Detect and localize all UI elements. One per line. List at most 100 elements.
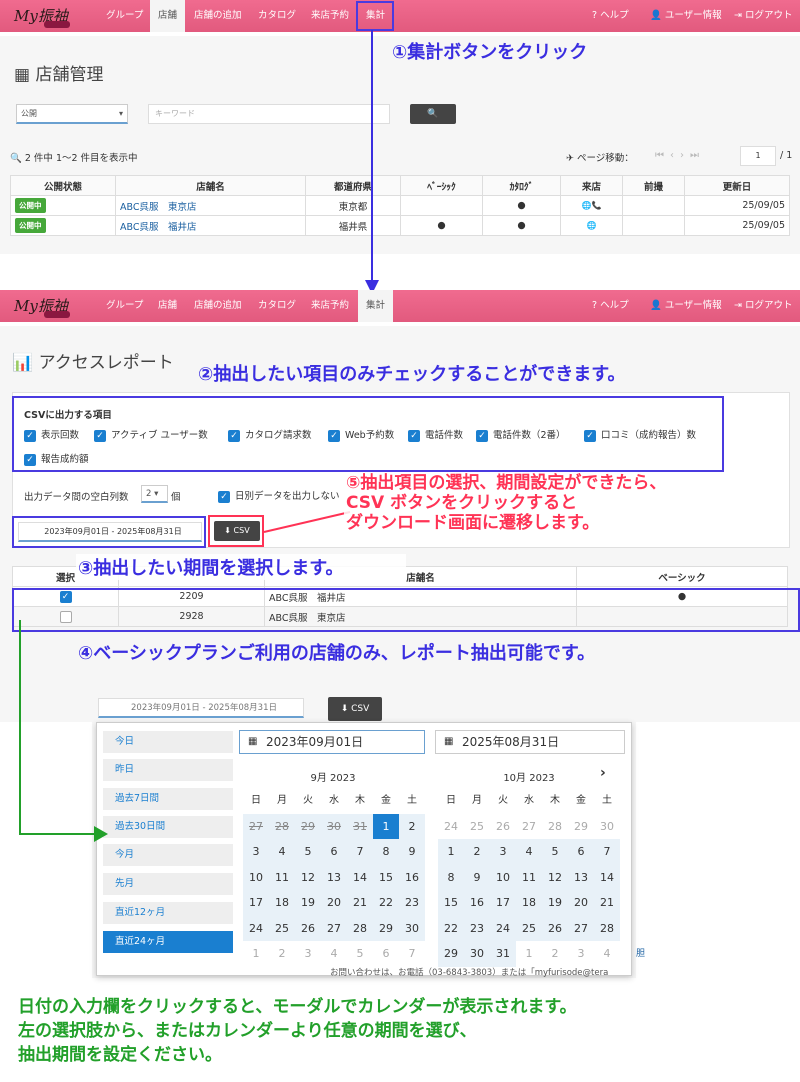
calendar-day[interactable]: 2 xyxy=(542,941,568,967)
nav-add-store[interactable]: 店舗の追加 xyxy=(186,0,250,32)
calendar-day[interactable]: 4 xyxy=(269,839,295,865)
calendar-day[interactable]: 3 xyxy=(490,839,516,865)
calendar-day[interactable]: 29 xyxy=(373,915,399,941)
calendar-day[interactable]: 30 xyxy=(594,814,620,840)
right-calendar-grid[interactable]: 日月火水木金土 24 25 26 27 28 29 30 1 2 3 4 5 6 7 8 9 10 11 12 13 14… xyxy=(438,788,620,967)
calendar-day[interactable]: 27 xyxy=(516,814,542,840)
calendar-day[interactable]: 3 xyxy=(295,941,321,967)
option-daily[interactable]: ✓ 日別データを出力しない xyxy=(218,488,340,503)
calendar-day[interactable]: 9 xyxy=(399,839,425,865)
nav-add-store[interactable]: 店舗の追加 xyxy=(186,290,250,322)
calendar-day[interactable]: 6 xyxy=(373,941,399,967)
start-date-input[interactable]: ▦ 2023年09月01日 xyxy=(239,730,425,754)
page-input[interactable]: 1 xyxy=(740,146,776,166)
picker-date-input[interactable]: 2023年09月01日 - 2025年08月31日 xyxy=(98,698,304,718)
calendar-day[interactable]: 13 xyxy=(568,864,594,890)
calendar-day[interactable]: 7 xyxy=(347,839,373,865)
calendar-day[interactable]: 7 xyxy=(399,941,425,967)
calendar-day[interactable]: 2 xyxy=(399,813,425,839)
range-7days[interactable]: 過去7日間 xyxy=(103,788,233,810)
calendar-day[interactable]: 26 xyxy=(295,915,321,941)
calendar-day[interactable]: 28 xyxy=(594,915,620,941)
logo[interactable]: My振袖 xyxy=(14,5,92,29)
calendar-day[interactable]: 28 xyxy=(347,915,373,941)
nav-catalog[interactable]: カタログ xyxy=(250,0,304,32)
calendar-day[interactable]: 16 xyxy=(464,890,490,916)
calendar-day[interactable]: 25 xyxy=(516,915,542,941)
logout-link[interactable]: ⇥ ログアウト xyxy=(734,0,793,32)
calendar-day[interactable]: 3 xyxy=(243,839,269,865)
calendar-day[interactable]: 25 xyxy=(269,915,295,941)
calendar-day[interactable]: 24 xyxy=(490,915,516,941)
calendar-day[interactable]: 20 xyxy=(568,890,594,916)
nav-store[interactable]: 店舗 xyxy=(150,290,185,322)
nav-report[interactable]: 集計 xyxy=(358,290,394,322)
help-link[interactable]: ? ヘルプ xyxy=(592,0,629,32)
calendar-day[interactable]: 4 xyxy=(594,941,620,967)
calendar-day[interactable]: 24 xyxy=(243,915,269,941)
range-last-month[interactable]: 先月 xyxy=(103,873,233,895)
calendar-day[interactable]: 6 xyxy=(321,839,347,865)
table-row[interactable]: 公開中 ABC呉服 東京店 東京都 ● 🌐📞 25/09/05 xyxy=(10,195,790,216)
picker-csv-button[interactable]: ⬇ CSV xyxy=(328,697,382,721)
calendar-day[interactable]: 13 xyxy=(321,864,347,890)
calendar-day[interactable]: 28 xyxy=(269,813,295,839)
calendar-day[interactable]: 31 xyxy=(490,941,516,967)
calendar-day[interactable]: 27 xyxy=(568,915,594,941)
next-month-icon[interactable]: › xyxy=(600,765,606,781)
calendar-day[interactable]: 4 xyxy=(321,941,347,967)
logo[interactable]: My振袖 xyxy=(14,295,92,319)
calendar-day[interactable]: 4 xyxy=(516,839,542,865)
calendar-day[interactable]: 23 xyxy=(464,915,490,941)
calendar-day[interactable]: 5 xyxy=(542,839,568,865)
calendar-day[interactable]: 9 xyxy=(464,864,490,890)
keyword-input[interactable]: キーワード xyxy=(148,104,390,124)
range-yesterday[interactable]: 昨日 xyxy=(103,759,233,781)
calendar-day[interactable]: 10 xyxy=(243,864,269,890)
calendar-day[interactable]: 8 xyxy=(373,839,399,865)
calendar-day[interactable]: 21 xyxy=(594,890,620,916)
range-12months[interactable]: 直近12ヶ月 xyxy=(103,902,233,924)
calendar-day[interactable]: 24 xyxy=(438,814,464,840)
user-link[interactable]: 👤 ユーザー情報 xyxy=(650,0,722,32)
calendar-day[interactable]: 1 xyxy=(373,813,399,839)
nav-reservation[interactable]: 来店予約 xyxy=(303,290,357,322)
calendar-day[interactable]: 12 xyxy=(295,864,321,890)
store-link[interactable]: ABC呉服 福井店 xyxy=(115,215,306,236)
range-24months[interactable]: 直近24ヶ月 xyxy=(103,931,233,953)
end-date-input[interactable]: ▦ 2025年08月31日 xyxy=(435,730,625,754)
calendar-day[interactable]: 17 xyxy=(490,890,516,916)
calendar-day[interactable]: 1 xyxy=(516,941,542,967)
calendar-day[interactable]: 5 xyxy=(347,941,373,967)
calendar-day[interactable]: 8 xyxy=(438,864,464,890)
calendar-day[interactable]: 6 xyxy=(568,839,594,865)
store-link[interactable]: ABC呉服 東京店 xyxy=(115,195,306,216)
calendar-day[interactable]: 29 xyxy=(568,814,594,840)
calendar-day[interactable]: 30 xyxy=(399,915,425,941)
blank-cols-select[interactable]: 2 ▾ xyxy=(141,485,168,503)
table-row[interactable]: 公開中 ABC呉服 福井店 福井県 ● ● 🌐 25/09/05 xyxy=(10,215,790,236)
nav-group[interactable]: グループ xyxy=(98,290,151,322)
user-link[interactable]: 👤 ユーザー情報 xyxy=(650,290,722,322)
calendar-day[interactable]: 14 xyxy=(347,864,373,890)
calendar-day[interactable]: 31 xyxy=(347,813,373,839)
status-select[interactable]: 公開 ▾ xyxy=(16,104,128,124)
calendar-day[interactable]: 11 xyxy=(269,864,295,890)
calendar-day[interactable]: 20 xyxy=(321,890,347,916)
calendar-day[interactable]: 25 xyxy=(464,814,490,840)
calendar-day[interactable]: 18 xyxy=(516,890,542,916)
calendar-day[interactable]: 14 xyxy=(594,864,620,890)
calendar-day[interactable]: 15 xyxy=(438,890,464,916)
help-link[interactable]: ? ヘルプ xyxy=(592,290,629,322)
range-30days[interactable]: 過去30日間 xyxy=(103,816,233,838)
range-this-month[interactable]: 今月 xyxy=(103,844,233,866)
calendar-day[interactable]: 1 xyxy=(243,941,269,967)
nav-store[interactable]: 店舗 xyxy=(150,0,186,32)
calendar-day[interactable]: 29 xyxy=(295,813,321,839)
search-button[interactable]: 🔍 xyxy=(410,104,456,124)
calendar-day[interactable]: 28 xyxy=(542,814,568,840)
calendar-day[interactable]: 2 xyxy=(269,941,295,967)
calendar-day[interactable]: 5 xyxy=(295,839,321,865)
calendar-day[interactable]: 10 xyxy=(490,864,516,890)
calendar-day[interactable]: 1 xyxy=(438,839,464,865)
